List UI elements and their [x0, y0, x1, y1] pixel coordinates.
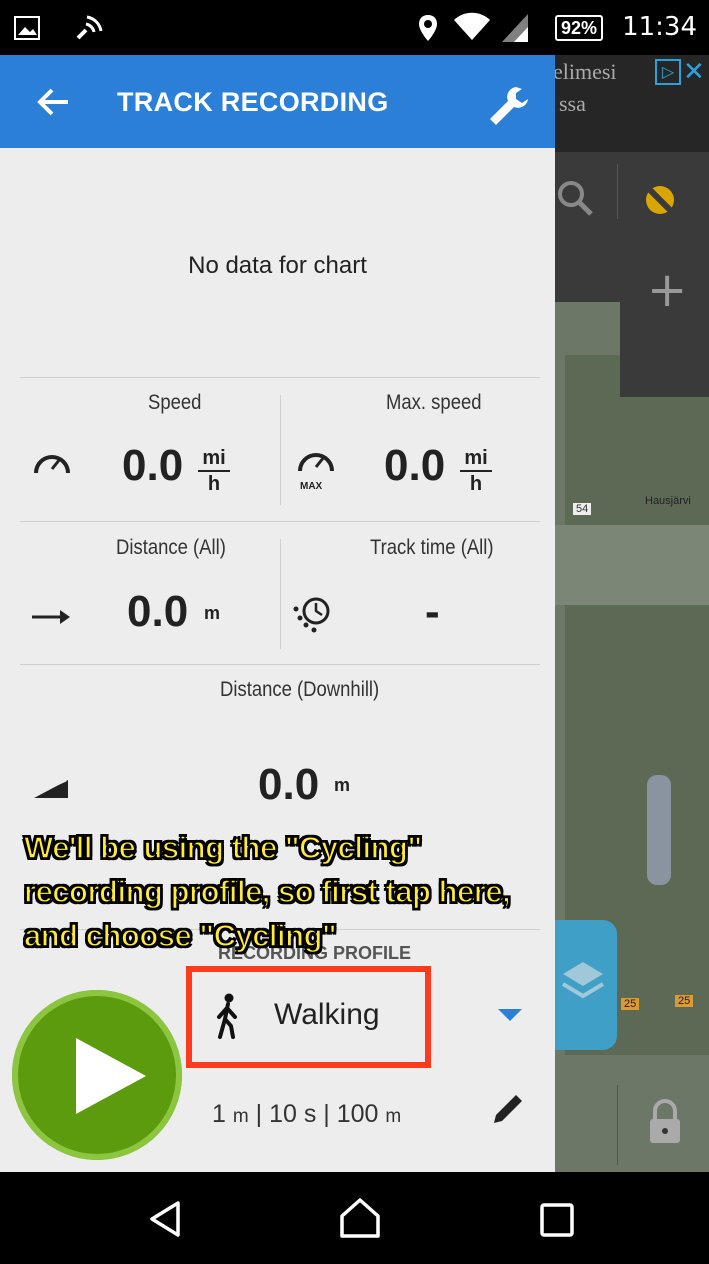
ad-banner[interactable]: elimesi ssa ▷ ✕ — [555, 55, 709, 152]
ad-choices-icon[interactable]: ▷ — [655, 59, 681, 85]
ad-close-icon[interactable]: ✕ — [683, 57, 705, 87]
distance-downhill-unit: m — [334, 775, 351, 795]
speed-label: Speed — [148, 391, 202, 414]
play-icon — [76, 1038, 146, 1114]
map-lake — [647, 775, 671, 885]
annotation-line-3: and choose "Cycling" — [23, 917, 337, 954]
max-speed-value: 0.0 — [384, 441, 446, 490]
wifi-icon — [454, 12, 490, 41]
battery-indicator: 92% — [554, 15, 603, 41]
page-title: TRACK RECORDING — [117, 87, 389, 117]
max-speed-unit: mi h — [460, 448, 492, 494]
home-nav-icon[interactable] — [338, 1196, 382, 1240]
map-field-area — [555, 525, 709, 605]
speedometer-icon — [34, 455, 70, 474]
divider — [20, 664, 540, 665]
divider — [20, 377, 540, 378]
arrow-left-icon[interactable] — [36, 87, 70, 117]
track-time-value: - — [425, 587, 440, 636]
speed-value: 0.0 — [122, 441, 184, 490]
distance-all-label: Distance (All) — [116, 536, 226, 559]
chart-empty-text: No data for chart — [188, 252, 367, 279]
divider — [280, 395, 281, 505]
clock: 11:34 — [622, 12, 697, 42]
status-bar: 92% 11:34 — [0, 0, 709, 55]
timer-icon — [293, 597, 330, 633]
cell-signal-icon — [502, 14, 528, 42]
downhill-icon — [33, 778, 68, 798]
track-time-label: Track time (All) — [370, 536, 494, 559]
arrow-right-icon — [32, 610, 70, 624]
max-badge: MAX — [300, 481, 323, 492]
wrench-icon[interactable] — [486, 83, 530, 127]
cast-signal-icon — [76, 15, 103, 40]
road-label: 25 — [621, 998, 640, 1010]
toolbar-divider — [617, 1085, 618, 1165]
divider — [20, 521, 540, 522]
annotation-line-2: recording profile, so first tap here, — [23, 873, 511, 910]
road-label: 25 — [675, 995, 694, 1007]
zoom-in-button[interactable]: + — [647, 262, 687, 318]
gallery-notification-icon — [14, 16, 40, 40]
recents-nav-icon[interactable] — [540, 1203, 574, 1237]
distance-all-value: 0.0 — [127, 587, 189, 636]
highlight-box — [186, 966, 431, 1068]
annotation-line-1: We'll be using the "Cycling" — [23, 829, 423, 866]
map-view[interactable]: elimesi ssa ▷ ✕ + Hausjärvi 54 25 25 — [555, 55, 709, 1172]
toolbar-divider — [617, 164, 618, 219]
start-recording-button[interactable] — [12, 990, 182, 1160]
app-bar: TRACK RECORDING — [0, 55, 555, 148]
search-icon[interactable] — [557, 180, 597, 220]
lock-icon[interactable] — [647, 1099, 683, 1145]
distance-downhill-value: 0.0 — [258, 760, 320, 809]
speed-unit: mi h — [198, 448, 230, 494]
layers-icon — [561, 962, 605, 999]
max-speed-label: Max. speed — [386, 391, 482, 414]
distance-downhill-label: Distance (Downhill) — [220, 678, 380, 701]
map-layers-button[interactable] — [555, 920, 617, 1050]
back-nav-icon[interactable] — [148, 1200, 182, 1238]
ad-text-2: ssa — [559, 91, 586, 116]
distance-all-unit: m — [204, 603, 221, 623]
map-toolbar: + — [555, 152, 709, 397]
map-place-label: Hausjärvi — [645, 495, 691, 507]
gps-icon[interactable] — [640, 178, 680, 218]
navigation-bar — [0, 1172, 709, 1264]
ad-text: elimesi — [555, 59, 617, 84]
profile-settings: 1 m | 10 s | 100 m — [212, 1100, 402, 1128]
divider — [280, 539, 281, 649]
dropdown-arrow-icon[interactable] — [498, 1009, 522, 1023]
road-label: 54 — [573, 503, 592, 515]
pencil-icon[interactable] — [490, 1091, 526, 1127]
location-icon — [419, 15, 437, 41]
